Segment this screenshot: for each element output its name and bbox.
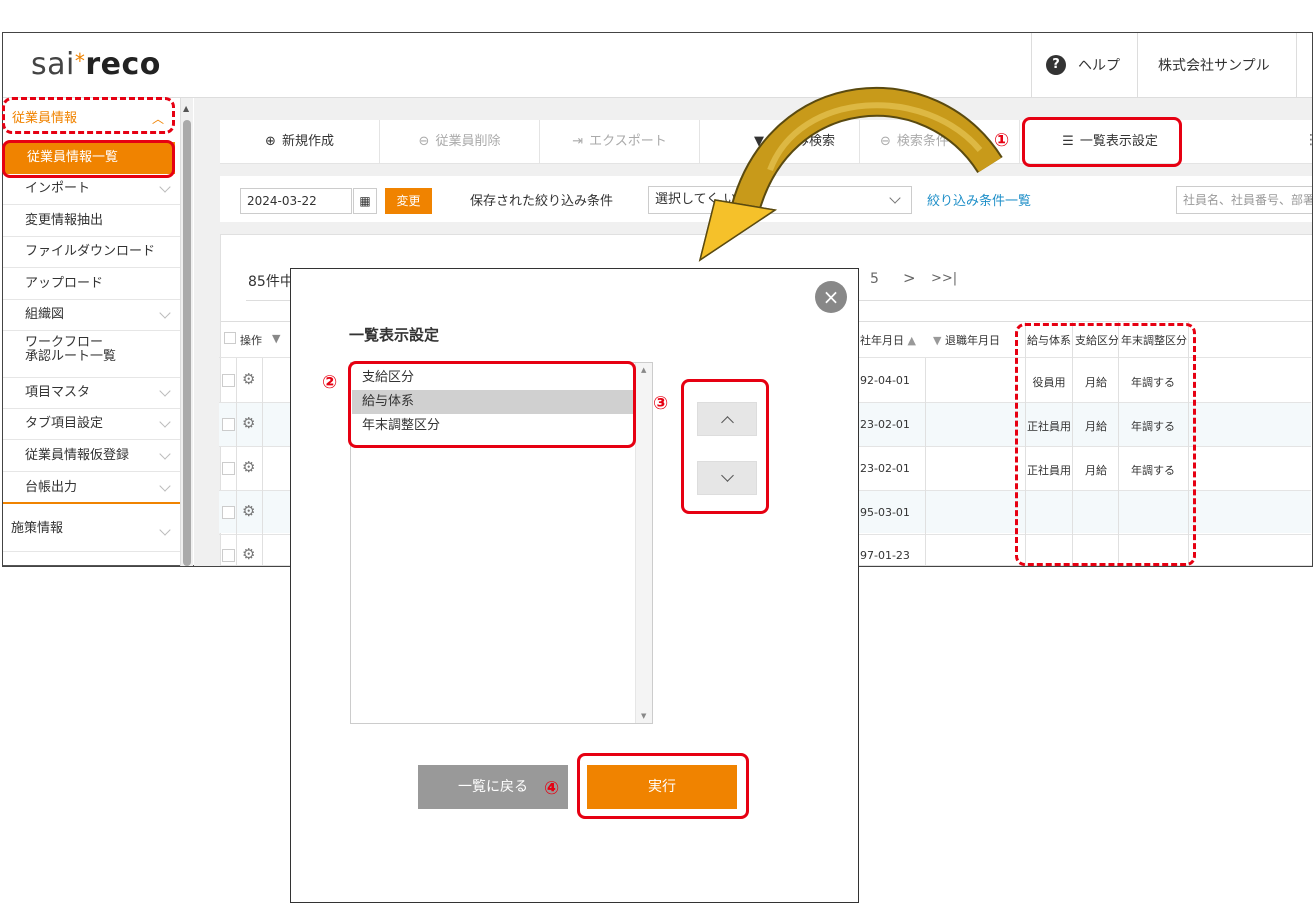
- chevron-down-icon: [159, 385, 171, 397]
- sidebar-item-workflow[interactable]: ワークフロー 承認ルート一覧: [3, 332, 181, 378]
- join-date-cell: 95-03-01: [860, 506, 910, 519]
- gear-icon[interactable]: ⚙: [242, 414, 255, 432]
- gear-icon[interactable]: ⚙: [242, 502, 255, 520]
- row-checkbox[interactable]: [222, 506, 235, 519]
- sidebar-item-temp-register[interactable]: 従業員情報仮登録: [3, 441, 181, 472]
- annotation-active-item: [2, 140, 175, 178]
- annotation-4: ④: [544, 778, 560, 799]
- sidebar-item-file-download[interactable]: ファイルダウンロード: [3, 237, 181, 268]
- annotation-columns: [1015, 323, 1196, 566]
- date-input[interactable]: 2024-03-22: [240, 188, 352, 214]
- chevron-down-icon: [159, 416, 171, 428]
- sort-icon[interactable]: ▼: [272, 332, 280, 345]
- sidebar-item-tab-settings[interactable]: タブ項目設定: [3, 409, 181, 440]
- row-checkbox[interactable]: [222, 549, 235, 562]
- col-divider: [236, 358, 237, 566]
- company-menu[interactable]: 株式会社サンプル: [1137, 33, 1297, 98]
- export-icon: ⇥: [572, 134, 584, 149]
- change-button[interactable]: 変更: [385, 188, 432, 214]
- search-input[interactable]: 社員名、社員番号、部署: [1176, 186, 1313, 214]
- calendar-icon[interactable]: ▦: [353, 188, 377, 214]
- sidebar-item-field-master[interactable]: 項目マスタ: [3, 378, 181, 409]
- gear-icon[interactable]: ⚙: [242, 370, 255, 388]
- annotation-4-box: [577, 753, 749, 819]
- delete-employee-button[interactable]: ⊖ 従業員削除: [380, 120, 540, 164]
- help-icon: ?: [1046, 55, 1066, 75]
- gear-icon[interactable]: ⚙: [242, 545, 255, 563]
- col-join-date[interactable]: 社年月日 ▲: [860, 332, 916, 348]
- annotation-3-box: [681, 379, 769, 514]
- chevron-down-icon: [159, 448, 171, 460]
- close-icon[interactable]: ×: [815, 281, 847, 313]
- modal-title: 一覧表示設定: [349, 326, 440, 344]
- export-button[interactable]: ⇥ エクスポート: [540, 120, 700, 164]
- sidebar-item-ledger[interactable]: 台帳出力: [3, 473, 181, 504]
- scroll-down-icon[interactable]: ▼: [641, 712, 646, 720]
- col-retire-date[interactable]: ▼ 退職年月日: [933, 332, 1000, 348]
- more-icon[interactable]: ⋮: [1304, 132, 1313, 148]
- scroll-up-icon: ▲: [183, 104, 190, 113]
- chevron-down-icon: [159, 181, 171, 193]
- gear-icon[interactable]: ⚙: [242, 458, 255, 476]
- chevron-down-icon: [159, 307, 171, 319]
- sidebar-item-import[interactable]: インポート: [3, 174, 181, 205]
- scroll-up-icon[interactable]: ▲: [641, 366, 646, 374]
- sidebar-section-policy[interactable]: 施策情報: [3, 512, 181, 552]
- join-date-cell: 92-04-01: [860, 374, 910, 387]
- curved-arrow-icon: [698, 86, 1003, 262]
- saved-filter-label: 保存された絞り込み条件: [470, 194, 614, 209]
- help-label: ヘルプ: [1078, 58, 1120, 74]
- chevron-down-icon: [159, 524, 171, 536]
- sidebar-item-org-chart[interactable]: 組織図: [3, 300, 181, 331]
- col-divider: [262, 358, 263, 566]
- chevron-down-icon: [159, 480, 171, 492]
- logo: sai*reco: [31, 47, 161, 82]
- col-ops: 操作: [240, 334, 262, 347]
- annotation-2: ②: [322, 372, 338, 393]
- scrollbar-thumb[interactable]: [183, 120, 191, 566]
- col-divider: [925, 358, 926, 566]
- plus-circle-icon: ⊕: [265, 134, 276, 149]
- row-checkbox[interactable]: [222, 374, 235, 387]
- list-scrollbar[interactable]: ▲ ▼: [635, 363, 652, 723]
- row-checkbox[interactable]: [222, 418, 235, 431]
- row-checkbox[interactable]: [222, 462, 235, 475]
- annotation-2-box: [348, 361, 636, 448]
- select-all-checkbox[interactable]: [224, 332, 236, 344]
- join-date-cell: 97-01-23: [860, 549, 910, 562]
- minus-circle-icon: ⊖: [418, 134, 430, 149]
- result-count: 85件中: [248, 274, 294, 290]
- company-name: 株式会社サンプル: [1158, 58, 1270, 74]
- annotation-3: ③: [653, 393, 669, 414]
- new-button[interactable]: ⊕ 新規作成: [220, 120, 380, 164]
- help-button[interactable]: ? ヘルプ: [1031, 33, 1137, 98]
- sidebar-scrollbar[interactable]: ▲: [180, 98, 193, 566]
- sidebar-item-upload[interactable]: アップロード: [3, 269, 181, 300]
- annotation-1-box: [1022, 117, 1182, 167]
- join-date-cell: 23-02-01: [860, 462, 910, 475]
- join-date-cell: 23-02-01: [860, 418, 910, 431]
- sidebar-item-change-extract[interactable]: 変更情報抽出: [3, 206, 181, 237]
- annotation-sidebar-section: [2, 97, 175, 134]
- top-bar: sai*reco ? ヘルプ 株式会社サンプル: [3, 33, 1312, 98]
